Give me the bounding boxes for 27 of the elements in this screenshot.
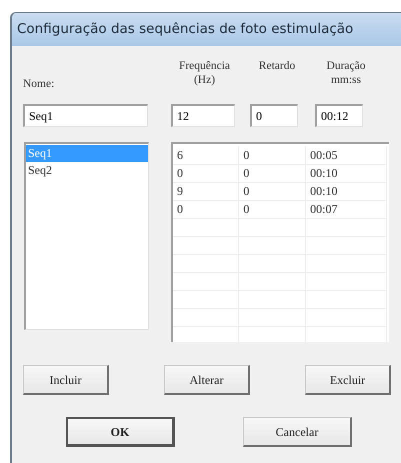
table-cell: 00:10 [306,164,386,182]
field-label: Nome: [23,77,54,91]
table-cell: 00:05 [306,146,386,164]
table-cell: 00:07 [306,200,386,218]
table-cell: 0 [173,200,239,218]
table-cell: 0 [238,200,306,218]
delay-field[interactable]: 0 [250,104,298,127]
field-label: Duração mm:ss [326,59,366,87]
action-button[interactable]: Incluir [23,365,109,395]
action-button[interactable]: Excluir [305,365,391,395]
action-button[interactable]: Alterar [164,365,250,395]
table-cell: 0 [238,182,306,200]
dialog-button[interactable]: OK [66,417,175,447]
table-cell: 0 [173,164,239,182]
frequency-field[interactable]: 12 [171,104,235,127]
table-cell: 00:10 [306,182,386,200]
field-label: Frequência (Hz) [178,59,232,87]
dialog-button[interactable]: Cancelar [243,417,352,447]
table-cell: 9 [173,182,239,200]
field-label: Retardo [258,59,296,73]
table-cell: 6 [173,146,239,164]
name-field[interactable]: Seq1 [23,104,148,127]
list-item[interactable]: Seq2 [26,162,148,179]
table-cell: 0 [238,164,306,182]
duration-field[interactable]: 00:12 [315,104,363,127]
window-title: Configuração das sequências de foto estimulação [17,20,354,40]
table-cell: 0 [238,146,306,164]
